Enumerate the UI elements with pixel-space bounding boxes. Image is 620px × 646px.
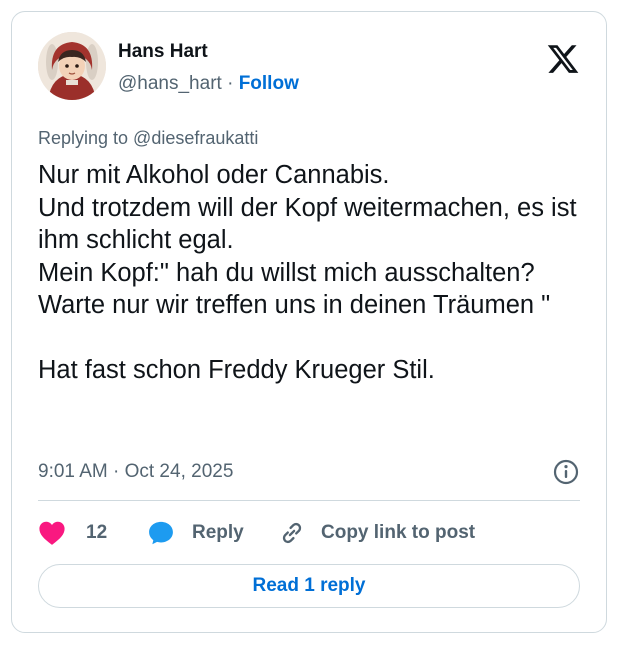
post-header: Hans Hart @hans_hart · Follow (38, 32, 584, 104)
post-timestamp[interactable]: 9:01 AM · Oct 24, 2025 (38, 460, 233, 484)
replying-to: Replying to @diesefraukatti (38, 128, 259, 148)
follow-button[interactable]: Follow (239, 73, 299, 94)
author-name[interactable]: Hans Hart (118, 40, 299, 64)
avatar[interactable] (38, 32, 106, 100)
info-icon[interactable] (552, 458, 580, 486)
avatar-image (38, 32, 106, 100)
post-text: Nur mit Alkohol oder Cannabis. Und trotz… (38, 161, 577, 384)
heart-icon (38, 520, 66, 546)
post-card: Hans Hart @hans_hart · Follow Replying t… (11, 11, 607, 633)
separator: · (227, 73, 234, 94)
reply-label: Reply (192, 522, 244, 543)
like-button[interactable]: 12 (38, 516, 107, 550)
x-logo-icon[interactable] (546, 42, 580, 76)
author-handle[interactable]: @hans_hart (118, 73, 222, 94)
author-block: Hans Hart @hans_hart · Follow (118, 40, 299, 96)
like-count: 12 (86, 522, 108, 543)
read-replies-button[interactable]: Read 1 reply (38, 564, 580, 608)
copy-link-label: Copy link to post (321, 522, 476, 543)
copy-link-button[interactable]: Copy link to post (278, 516, 475, 550)
author-handle-line: @hans_hart · Follow (118, 72, 299, 96)
speech-bubble-icon (147, 519, 175, 547)
link-icon (278, 519, 306, 547)
reply-button[interactable]: Reply (147, 516, 244, 550)
divider (38, 500, 580, 501)
action-bar: 12 Reply Copy link to post (38, 516, 580, 550)
